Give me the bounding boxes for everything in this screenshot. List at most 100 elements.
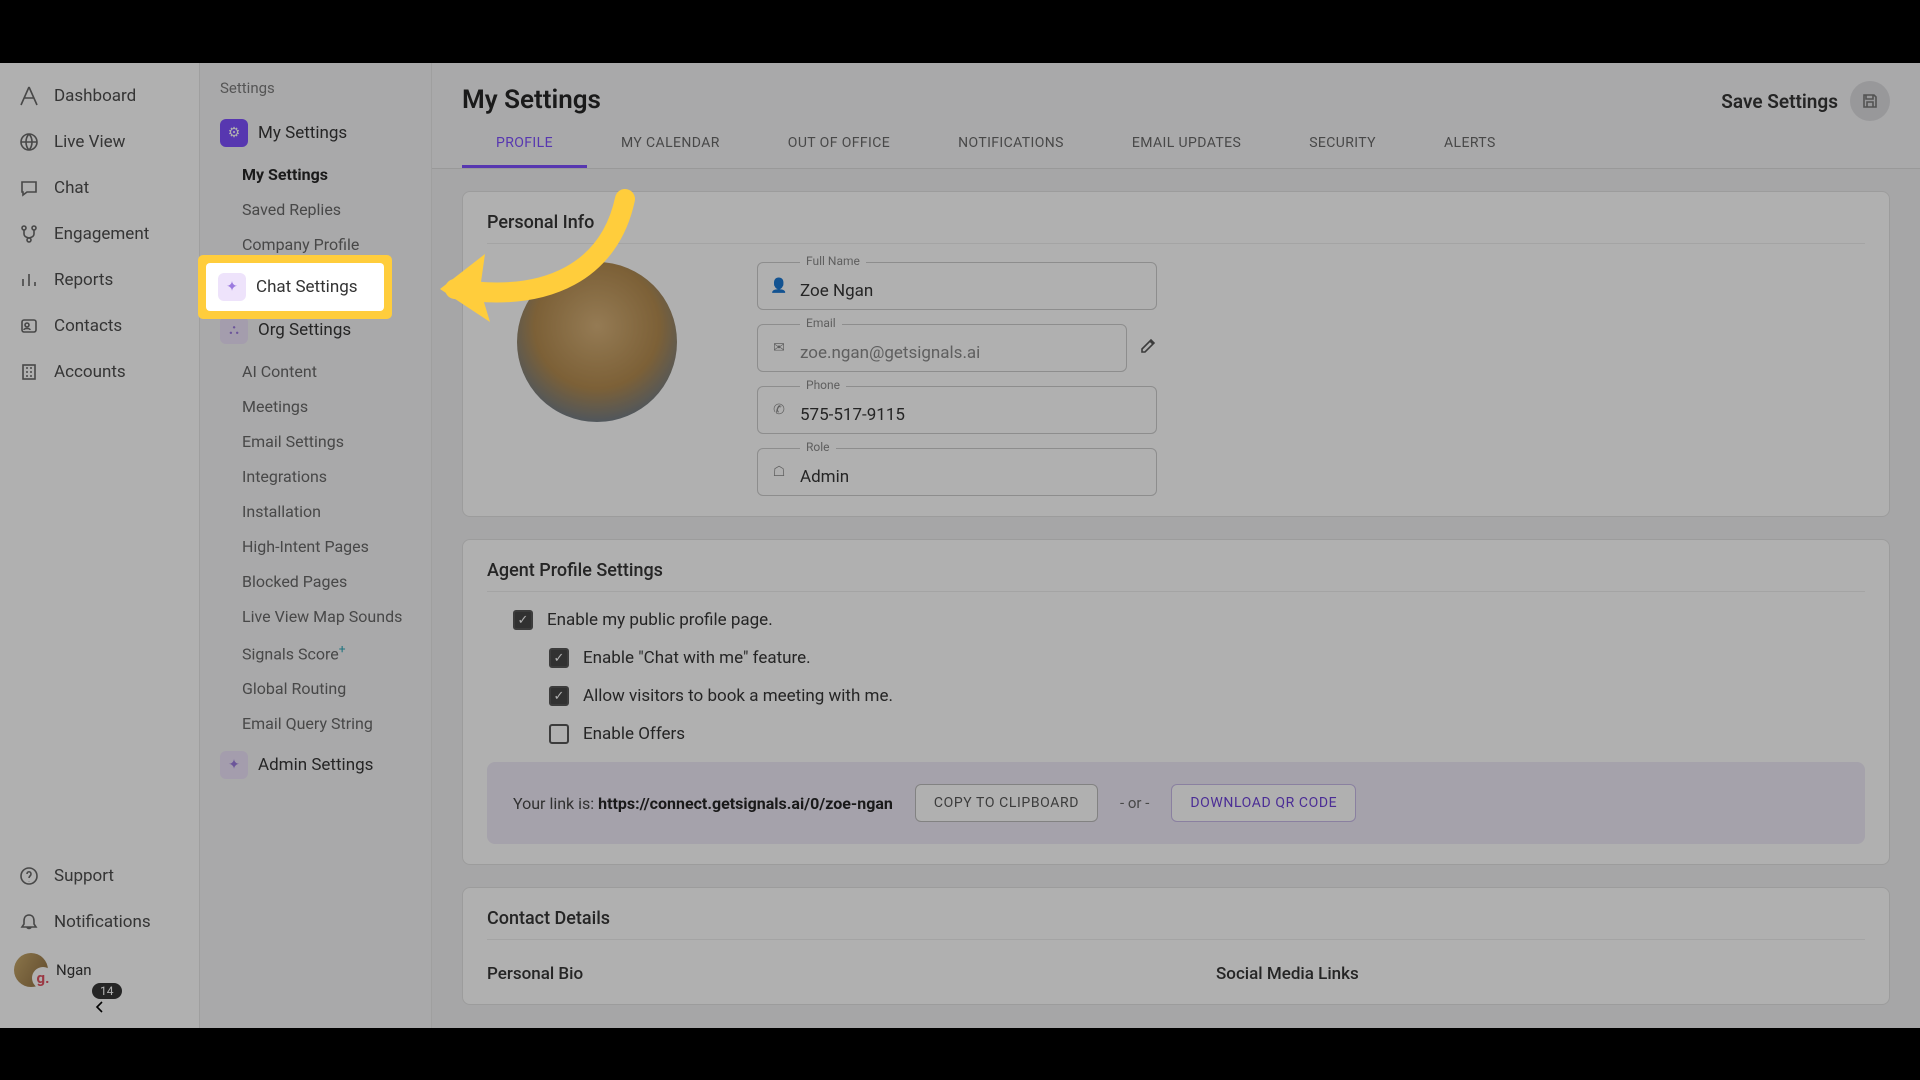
personal-info-card: Personal Info 👤 Full Name ✉ Email [462, 191, 1890, 517]
bell-icon [18, 911, 40, 933]
globe-icon [18, 131, 40, 153]
profile-link-box: Your link is: https://connect.getsignals… [487, 762, 1865, 844]
full-name-input[interactable] [800, 281, 1142, 301]
nav-user[interactable]: g. Ngan 14 [0, 945, 199, 995]
logo-icon [18, 85, 40, 107]
edit-email-button[interactable] [1139, 337, 1157, 360]
nav-reports[interactable]: Reports [0, 257, 199, 303]
tab-my-calendar[interactable]: MY CALENDAR [587, 121, 754, 168]
nav-label: Admin Settings [258, 755, 373, 775]
nav-dashboard[interactable]: Dashboard [0, 73, 199, 119]
org-icon: ⛬ [220, 316, 248, 344]
chevron-left-icon [93, 999, 107, 1018]
nav-support[interactable]: Support [0, 853, 199, 899]
nav-contacts[interactable]: Contacts [0, 303, 199, 349]
nav-engagement[interactable]: Engagement [0, 211, 199, 257]
nav-label: My Settings [258, 123, 347, 143]
save-button[interactable] [1850, 81, 1890, 121]
g-badge: g. [32, 967, 54, 989]
nav-label: Dashboard [54, 86, 136, 106]
enable-offers-checkbox[interactable] [549, 724, 569, 744]
page-title: My Settings [462, 85, 601, 115]
settings-nav-chat-settings[interactable]: ✦ Chat Settings [206, 263, 384, 311]
breadcrumb: Settings [200, 77, 431, 109]
nav-label: Live View [54, 132, 125, 152]
nav-live-view[interactable]: Live View [0, 119, 199, 165]
tab-email-updates[interactable]: EMAIL UPDATES [1098, 121, 1275, 168]
primary-nav: Dashboard Live View Chat Engagement Repo… [0, 63, 200, 1028]
allow-book-meeting-row: Allow visitors to book a meeting with me… [549, 686, 1865, 706]
user-icon: 👤 [770, 278, 788, 294]
phone-field[interactable]: ✆ Phone [757, 386, 1157, 434]
nav-label: Support [54, 866, 114, 886]
chat-settings-icon: ✦ [218, 273, 246, 301]
settings-nav-blocked-pages[interactable]: Blocked Pages [200, 564, 431, 599]
enable-public-profile-row: Enable my public profile page. [513, 610, 1865, 630]
help-icon [18, 865, 40, 887]
tab-security[interactable]: SECURITY [1275, 121, 1410, 168]
enable-chat-with-me-row: Enable "Chat with me" feature. [549, 648, 1865, 668]
email-field: ✉ Email [757, 324, 1127, 372]
role-field[interactable]: ☖ Role [757, 448, 1157, 496]
nav-notifications[interactable]: Notifications [0, 899, 199, 945]
save-settings-label: Save Settings [1721, 90, 1838, 113]
nav-accounts[interactable]: Accounts [0, 349, 199, 395]
field-label: Role [800, 440, 836, 454]
save-icon [1861, 92, 1879, 110]
download-qr-button[interactable]: DOWNLOAD QR CODE [1171, 784, 1356, 822]
tab-profile[interactable]: PROFILE [462, 121, 587, 168]
phone-input[interactable] [800, 405, 1142, 425]
content-scroll[interactable]: Personal Info 👤 Full Name ✉ Email [432, 169, 1920, 1028]
copy-to-clipboard-button[interactable]: COPY TO CLIPBOARD [915, 784, 1098, 822]
settings-nav-meetings[interactable]: Meetings [200, 389, 431, 424]
role-input[interactable] [800, 467, 1142, 487]
settings-nav-my-settings[interactable]: ⚙ My Settings [200, 109, 431, 157]
branch-icon [18, 223, 40, 245]
settings-nav-email-query-string[interactable]: Email Query String [200, 706, 431, 741]
tabs: PROFILE MY CALENDAR OUT OF OFFICE NOTIFI… [432, 121, 1920, 169]
profile-avatar[interactable] [517, 262, 677, 422]
settings-nav-live-view-map-sounds[interactable]: Live View Map Sounds [200, 599, 431, 634]
allow-book-meeting-checkbox[interactable] [549, 686, 569, 706]
settings-nav-saved-replies[interactable]: Saved Replies [200, 192, 431, 227]
settings-nav-ai-content[interactable]: AI Content [200, 354, 431, 389]
avatar-icon: g. [14, 953, 48, 987]
checkbox-label: Enable "Chat with me" feature. [583, 648, 811, 668]
tab-out-of-office[interactable]: OUT OF OFFICE [754, 121, 924, 168]
tab-notifications[interactable]: NOTIFICATIONS [924, 121, 1098, 168]
or-separator: - or - [1120, 794, 1149, 812]
chat-icon [18, 177, 40, 199]
app-frame: Dashboard Live View Chat Engagement Repo… [0, 63, 1920, 1028]
settings-nav-sub-my-settings[interactable]: My Settings [200, 157, 431, 192]
settings-nav-high-intent-pages[interactable]: High-Intent Pages [200, 529, 431, 564]
nav-label: Chat Settings [256, 277, 358, 297]
personal-bio-heading: Personal Bio [487, 964, 1136, 984]
nav-chat[interactable]: Chat [0, 165, 199, 211]
checkbox-label: Enable Offers [583, 724, 685, 744]
nav-label: Reports [54, 270, 113, 290]
settings-nav-signals-score[interactable]: Signals Score+ [200, 634, 431, 671]
settings-nav-admin-settings[interactable]: ✦ Admin Settings [200, 741, 431, 789]
enable-chat-with-me-checkbox[interactable] [549, 648, 569, 668]
briefcase-icon: ☖ [770, 464, 788, 480]
tab-alerts[interactable]: ALERTS [1410, 121, 1530, 168]
nav-label: Org Settings [258, 320, 351, 340]
chat-settings-highlight: ✦ Chat Settings [198, 255, 392, 319]
pencil-icon [1139, 337, 1157, 355]
settings-nav-integrations[interactable]: Integrations [200, 459, 431, 494]
enable-public-profile-checkbox[interactable] [513, 610, 533, 630]
main-area: My Settings Save Settings PROFILE MY CAL… [432, 63, 1920, 1028]
settings-nav: Settings ⚙ My Settings My Settings Saved… [200, 63, 432, 1028]
nav-label: Accounts [54, 362, 126, 382]
nav-label: Contacts [54, 316, 122, 336]
full-name-field[interactable]: 👤 Full Name [757, 262, 1157, 310]
user-name-label: Ngan [56, 961, 92, 979]
settings-nav-email-settings[interactable]: Email Settings [200, 424, 431, 459]
settings-nav-installation[interactable]: Installation [200, 494, 431, 529]
settings-nav-global-routing[interactable]: Global Routing [200, 671, 431, 706]
email-input [800, 343, 1112, 363]
plus-badge: + [339, 642, 346, 656]
mail-icon: ✉ [770, 340, 788, 356]
notification-count-badge: 14 [92, 983, 122, 999]
social-links-heading: Social Media Links [1216, 964, 1865, 984]
